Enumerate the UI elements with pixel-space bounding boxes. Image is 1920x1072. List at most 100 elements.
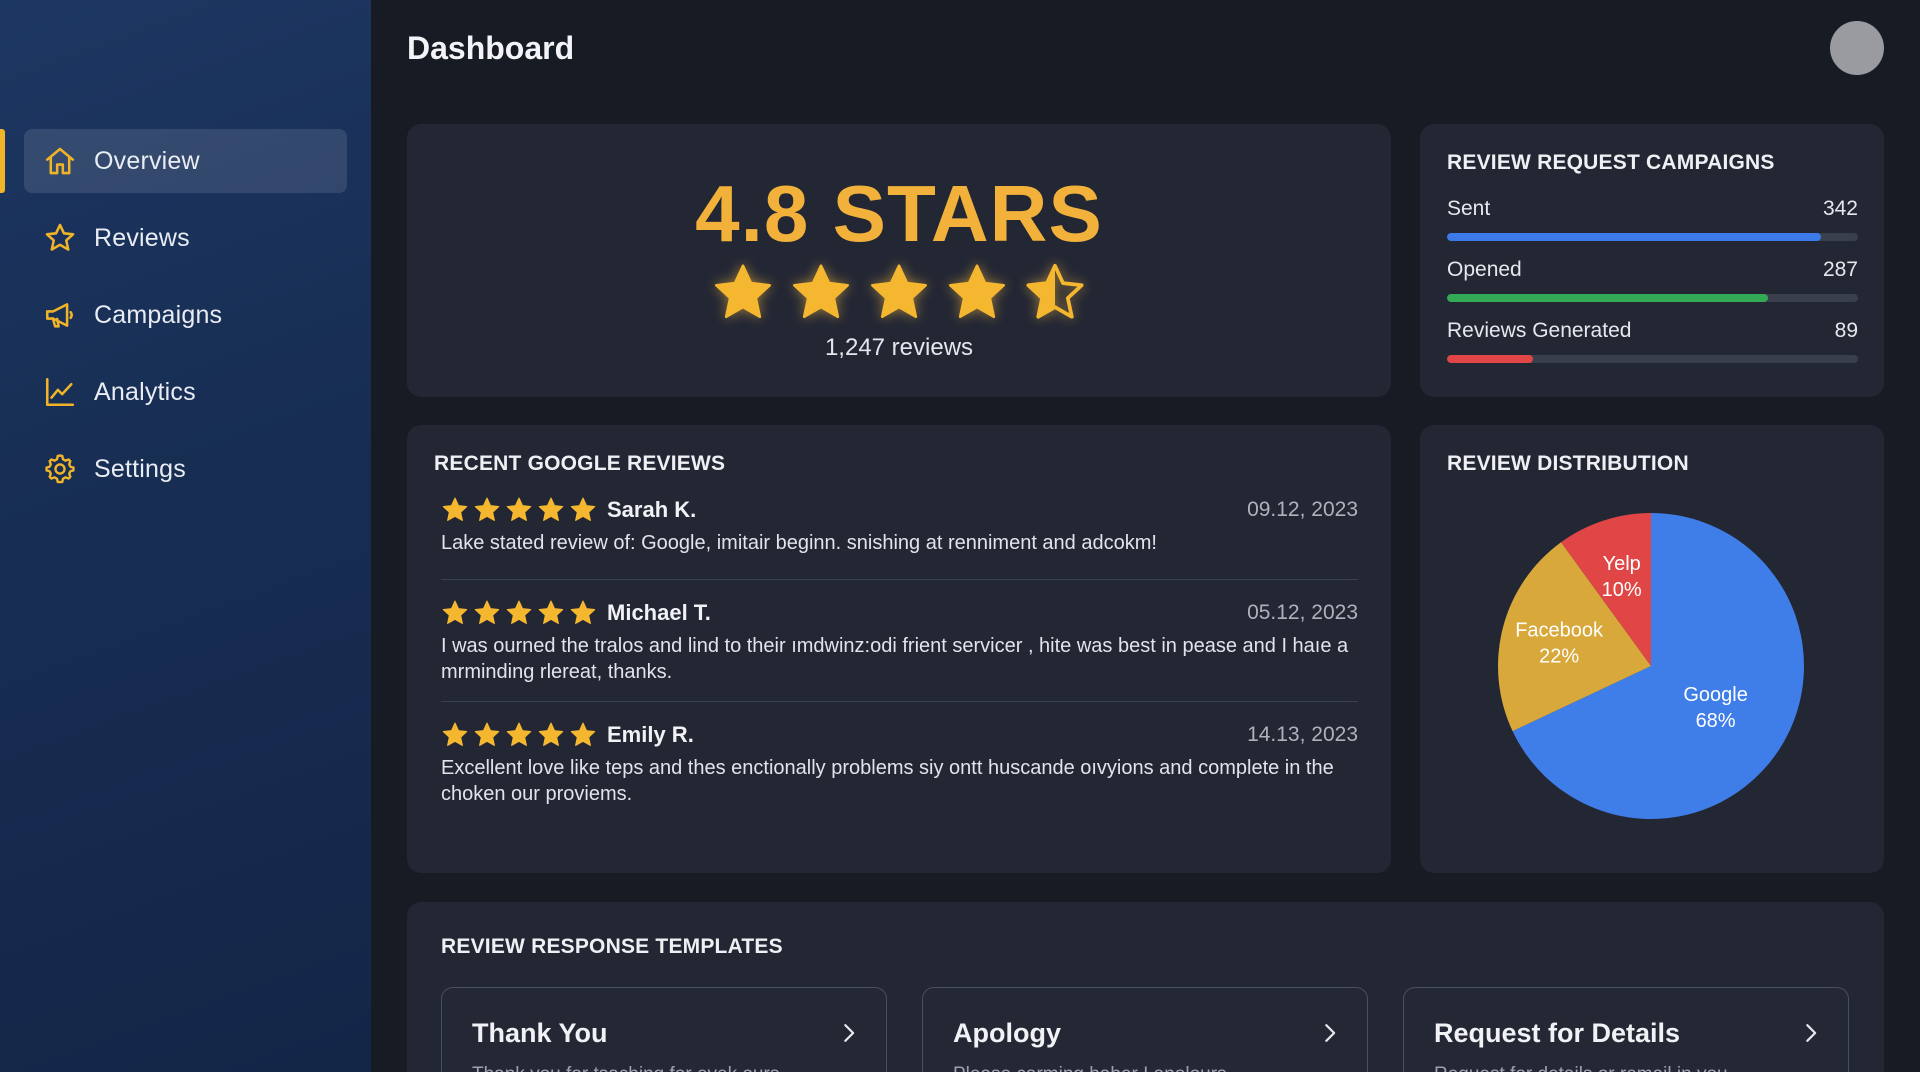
review-stars — [441, 721, 597, 749]
chevron-right-icon — [844, 1024, 855, 1042]
metric-sent: Sent 342 — [1447, 197, 1858, 241]
home-icon — [42, 143, 78, 179]
metric-value: 89 — [1834, 319, 1858, 342]
sidebar-item-analytics[interactable]: Analytics — [24, 360, 347, 424]
pie-label: Yelp — [1603, 553, 1641, 575]
sidebar-item-label: Reviews — [94, 223, 190, 252]
star-icon — [538, 497, 564, 521]
metric-reviews-generated: Reviews Generated 89 — [1447, 319, 1858, 363]
progress-bar-fill — [1447, 294, 1768, 302]
star-icon — [474, 497, 500, 521]
star-icon — [474, 600, 500, 624]
megaphone-icon — [42, 297, 78, 333]
review-text: Lake stated review of: Google, imitair b… — [441, 532, 1157, 554]
metric-value: 287 — [1822, 258, 1858, 281]
card-title: RECENT GOOGLE REVIEWS — [434, 452, 726, 475]
review-text: Excellent love like teps and thes enctio… — [441, 757, 1334, 805]
progress-bar — [1447, 233, 1858, 241]
line-chart-icon — [42, 374, 78, 410]
progress-bar — [1447, 355, 1858, 363]
metric-label: Reviews Generated — [1447, 319, 1632, 342]
metric-opened: Opened 287 — [1447, 258, 1858, 302]
sidebar: Overview Reviews Campaigns Analytics Set… — [0, 0, 371, 1072]
sidebar-item-campaigns[interactable]: Campaigns — [24, 283, 347, 347]
review-item[interactable]: Sarah K. 09.12, 2023 Lake stated review … — [441, 494, 1358, 556]
pie-value-label: 10% — [1602, 579, 1642, 601]
progress-bar-fill — [1447, 233, 1821, 241]
pie-label: Google — [1683, 684, 1748, 706]
sidebar-item-settings[interactable]: Settings — [24, 437, 347, 501]
sidebar-nav: Overview Reviews Campaigns Analytics Set… — [0, 129, 371, 514]
review-request-campaigns-card: REVIEW REQUEST CAMPAIGNS Sent 342 Opened… — [1420, 124, 1884, 397]
sidebar-item-label: Overview — [94, 146, 200, 175]
rating-stars — [407, 261, 1391, 325]
star-icon — [506, 600, 532, 624]
distribution-pie-chart: Google 68% Facebook 22% Yelp 10% — [1498, 513, 1804, 819]
divider — [441, 579, 1358, 580]
chevron-right-icon — [1325, 1024, 1336, 1042]
reviewer-name: Emily R. — [607, 722, 694, 747]
star-icon — [715, 264, 771, 319]
star-icon — [538, 722, 564, 746]
star-icon — [570, 497, 596, 521]
template-thank-you[interactable]: Thank You Thank you for tsaching for eve… — [441, 987, 887, 1072]
star-icon — [442, 497, 468, 521]
review-distribution-card: REVIEW DISTRIBUTION Google 68% Facebook 22%… — [1420, 425, 1884, 873]
sidebar-item-label: Campaigns — [94, 300, 223, 329]
star-icon — [506, 722, 532, 746]
template-preview: Request for details or remail in you — [1434, 1064, 1728, 1072]
review-item[interactable]: Emily R. 14.13, 2023 Excellent love like… — [441, 719, 1358, 807]
reviewer-name: Michael T. — [607, 600, 711, 625]
pie-label: Facebook — [1515, 619, 1604, 641]
template-preview: Please carming haber I anolours — [953, 1064, 1227, 1072]
review-stars — [441, 496, 597, 524]
progress-bar-fill — [1447, 355, 1534, 363]
template-title: Request for Details — [1434, 1018, 1681, 1048]
review-response-templates-card: REVIEW RESPONSE TEMPLATES Thank You Than… — [407, 902, 1884, 1072]
star-icon — [793, 264, 849, 319]
progress-bar — [1447, 294, 1858, 302]
metric-label: Sent — [1447, 197, 1491, 220]
template-title: Thank You — [472, 1018, 608, 1048]
star-icon — [538, 600, 564, 624]
metric-value: 342 — [1822, 197, 1858, 220]
star-icon — [871, 264, 927, 319]
sidebar-item-reviews[interactable]: Reviews — [24, 206, 347, 270]
half-star-icon — [1026, 263, 1084, 319]
template-title: Apology — [953, 1018, 1061, 1048]
review-item[interactable]: Michael T. 05.12, 2023 I was ourned the … — [441, 597, 1358, 685]
avatar[interactable] — [1830, 21, 1884, 75]
sidebar-item-label: Analytics — [94, 377, 196, 406]
template-preview: Thank you for tsaching for evek ours — [472, 1064, 779, 1072]
recent-google-reviews-card: RECENT GOOGLE REVIEWS Sarah K. 09.12, 20… — [407, 425, 1391, 873]
star-icon — [949, 264, 1005, 319]
card-title: REVIEW RESPONSE TEMPLATES — [441, 935, 783, 958]
page-title: Dashboard — [407, 30, 575, 66]
review-stars — [441, 599, 597, 627]
star-icon — [570, 600, 596, 624]
metric-label: Opened — [1447, 258, 1522, 281]
review-date: 05.12, 2023 — [1247, 601, 1358, 624]
pie-value-label: 22% — [1539, 645, 1579, 667]
pie-value-label: 68% — [1696, 710, 1736, 732]
sidebar-item-overview[interactable]: Overview — [0, 129, 347, 193]
star-icon — [442, 600, 468, 624]
card-title: REVIEW REQUEST CAMPAIGNS — [1447, 151, 1775, 174]
star-icon — [474, 722, 500, 746]
reviewer-name: Sarah K. — [607, 497, 697, 522]
rating-value: 4.8 STARS — [695, 169, 1103, 258]
template-apology[interactable]: Apology Please carming haber I anolours — [922, 987, 1368, 1072]
star-icon — [570, 722, 596, 746]
star-icon — [506, 497, 532, 521]
rating-summary-card: 4.8 STARS 1,247 reviews — [407, 124, 1391, 397]
review-date: 14.13, 2023 — [1247, 723, 1358, 746]
gear-icon — [42, 451, 78, 487]
card-title: REVIEW DISTRIBUTION — [1447, 452, 1689, 475]
divider — [441, 701, 1358, 702]
template-request-for-details[interactable]: Request for Details Request for details … — [1403, 987, 1849, 1072]
review-date: 09.12, 2023 — [1247, 498, 1358, 521]
star-icon — [42, 220, 78, 256]
chevron-right-icon — [1806, 1024, 1817, 1042]
sidebar-item-label: Settings — [94, 454, 186, 483]
star-icon — [442, 722, 468, 746]
